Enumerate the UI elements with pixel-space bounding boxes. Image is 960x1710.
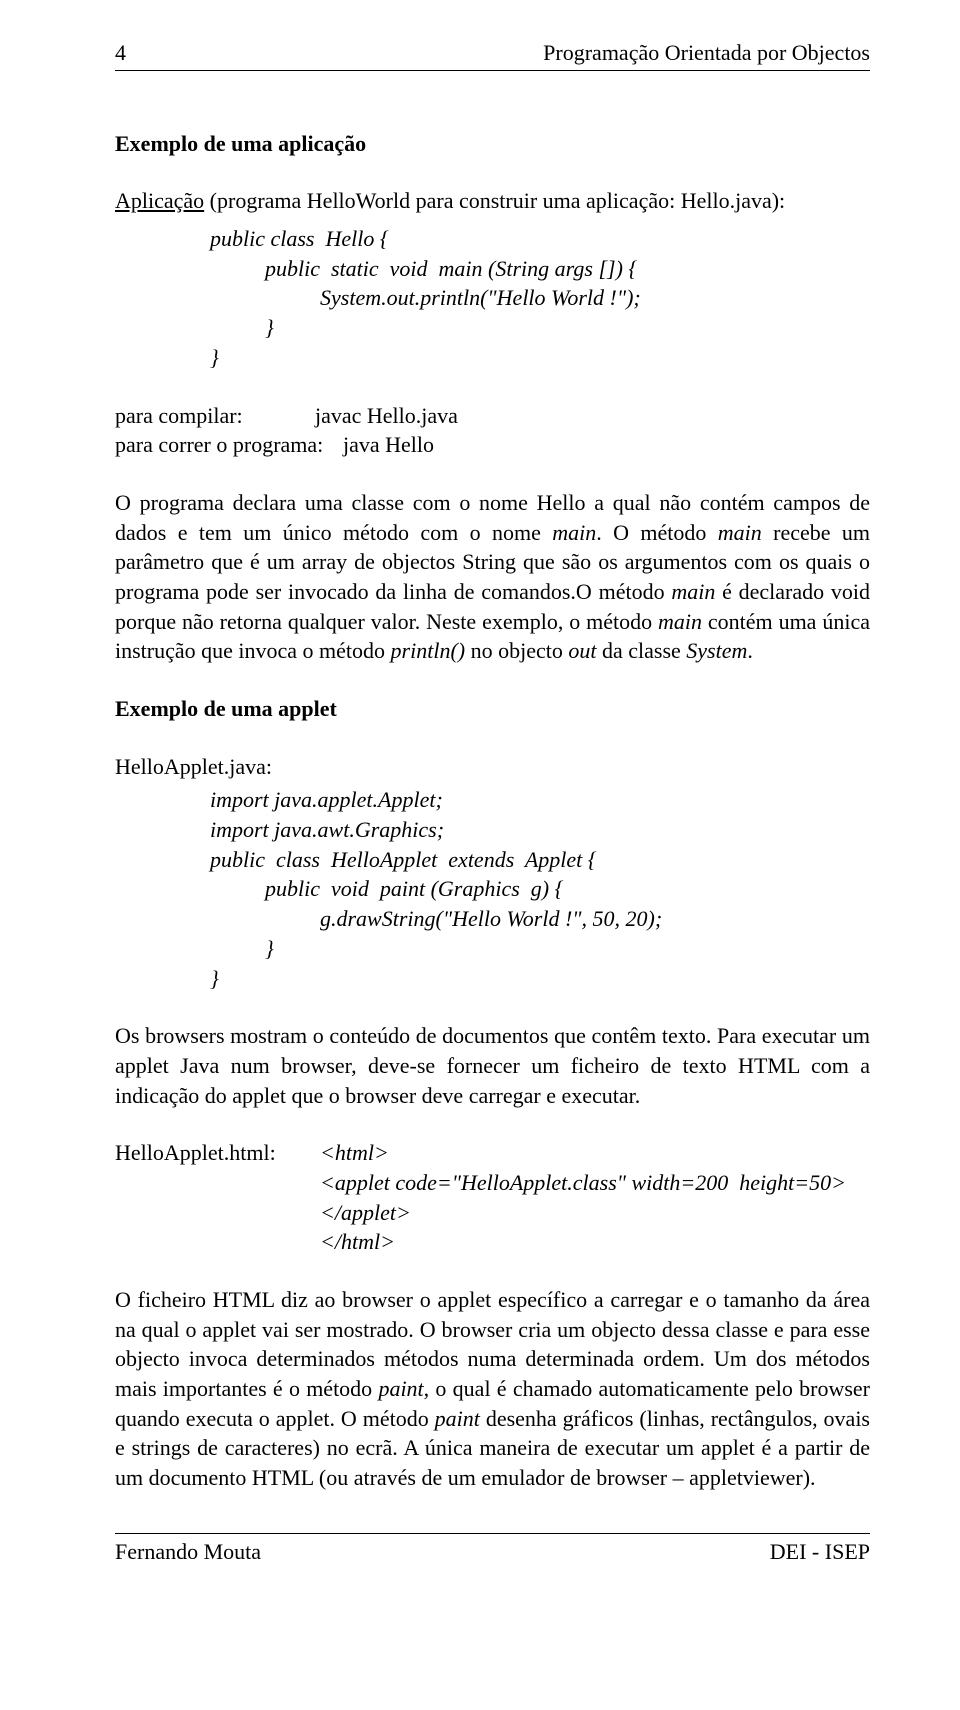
page-footer: Fernando Mouta DEI - ISEP [115, 1537, 870, 1567]
helloapplet-java-code: import java.applet.Applet; import java.a… [210, 785, 870, 993]
code-line: </html> [320, 1227, 846, 1257]
code-line: } [210, 934, 870, 964]
code-line: import java.applet.Applet; [210, 785, 870, 815]
html-file-label: HelloApplet.html: [115, 1138, 320, 1257]
code-line: public class Hello { [210, 224, 870, 254]
code-line: public static void main (String args [])… [210, 254, 870, 284]
footer-right: DEI - ISEP [770, 1537, 870, 1567]
browser-paragraph: Os browsers mostram o conteúdo de docume… [115, 1021, 870, 1110]
code-line: <html> [320, 1138, 846, 1168]
explanation-paragraph-1: O programa declara uma classe com o nome… [115, 488, 870, 666]
html-code-lines: <html> <applet code="HelloApplet.class" … [320, 1138, 846, 1257]
header-title: Programação Orientada por Objectos [543, 38, 870, 68]
hello-java-code: public class Hello { public static void … [210, 224, 870, 372]
section-heading-2: Exemplo de uma applet [115, 694, 870, 724]
code-line: g.drawString("Hello World !", 50, 20); [210, 904, 870, 934]
footer-rule [115, 1533, 870, 1534]
compile-run-block: para compilar: javac Hello.java para cor… [115, 401, 870, 460]
code-line: } [210, 313, 870, 343]
subtitle-underlined: Aplicação [115, 188, 204, 213]
subtitle-rest: (programa HelloWorld para construir uma … [204, 188, 785, 213]
run-command: java Hello [343, 430, 434, 460]
applet-filename: HelloApplet.java: [115, 752, 870, 782]
code-line: public void paint (Graphics g) { [210, 874, 870, 904]
explanation-paragraph-2: O ficheiro HTML diz ao browser o applet … [115, 1285, 870, 1493]
application-subtitle: Aplicação (programa HelloWorld para cons… [115, 186, 870, 216]
section-heading-1: Exemplo de uma aplicação [115, 129, 870, 159]
compile-command: javac Hello.java [315, 401, 458, 431]
footer-left: Fernando Mouta [115, 1537, 261, 1567]
header-rule [115, 70, 870, 71]
code-line: <applet code="HelloApplet.class" width=2… [320, 1168, 846, 1198]
run-label: para correr o programa: [115, 430, 343, 460]
code-line: public class HelloApplet extends Applet … [210, 845, 870, 875]
code-line: System.out.println("Hello World !"); [210, 283, 870, 313]
page-number: 4 [115, 38, 126, 68]
code-line: } [210, 964, 870, 994]
code-line: </applet> [320, 1198, 846, 1228]
code-line: } [210, 343, 870, 373]
page-header: 4 Programação Orientada por Objectos [115, 38, 870, 68]
compile-label: para compilar: [115, 401, 315, 431]
code-line: import java.awt.Graphics; [210, 815, 870, 845]
helloapplet-html-block: HelloApplet.html: <html> <applet code="H… [115, 1138, 870, 1257]
